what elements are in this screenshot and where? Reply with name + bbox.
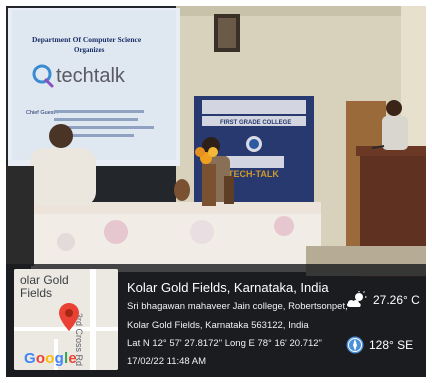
address-line-1: Sri bhagawan mahaveer Jain college, Robe… [127, 301, 348, 312]
projection-subheading: Organizes [74, 46, 105, 54]
projection-heading: Department Of Computer Science [32, 35, 142, 44]
chief-guest-label: Chief Guest : [26, 110, 59, 116]
compass-icon [346, 336, 364, 354]
weather-widget: 27.26° C [346, 291, 420, 309]
location-title: Kolar Gold Fields, Karnataka, India [127, 280, 329, 295]
location-map[interactable]: olar Gold Fields 3rd Cross Rd Google [14, 269, 118, 370]
banner-college-title: FIRST GRADE COLLEGE [220, 120, 291, 126]
temperature-value: 27.26° C [373, 293, 420, 307]
wind-direction: 128° SE [369, 338, 414, 352]
partly-cloudy-icon [346, 291, 367, 307]
gps-coordinates: Lat N 12° 57' 27.8172" Long E 78° 16' 20… [127, 338, 322, 349]
location-pin-icon [59, 303, 79, 331]
address-line-2: Kolar Gold Fields, Karnataka 563122, Ind… [127, 320, 309, 331]
map-place-label: olar Gold Fields [20, 273, 69, 300]
timestamp: 17/02/22 11:48 AM [127, 356, 207, 367]
techtalk-wordmark: techtalk [56, 65, 126, 87]
banner-event: TECH-TALK [228, 169, 279, 179]
wind-widget: 128° SE [346, 336, 413, 354]
photo-frame: Department Of Computer Science Organizes… [6, 6, 426, 377]
google-logo: Google [24, 350, 77, 367]
